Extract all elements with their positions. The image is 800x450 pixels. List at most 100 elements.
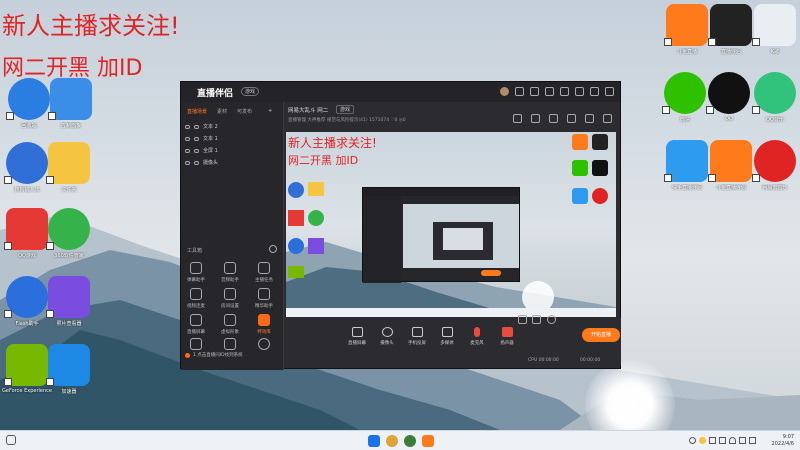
eye-icon[interactable]: [185, 160, 190, 165]
bottom-hint[interactable]: 1.点击直播间ID找到系统: [185, 352, 243, 358]
scene-item[interactable]: 文本 2: [185, 123, 218, 130]
live-taskbar-icon[interactable]: [422, 435, 434, 447]
tab-scenes[interactable]: 直播场景: [187, 108, 207, 115]
scene-label: 文本 2: [203, 124, 218, 130]
layout-icon[interactable]: [549, 114, 558, 123]
maximize-icon[interactable]: [590, 87, 599, 96]
music-icon[interactable]: [754, 72, 796, 114]
chevron-up-icon[interactable]: [689, 437, 696, 444]
stream-preview[interactable]: 新人主播求关注! 网二开黑 加ID: [286, 132, 616, 317]
folder-icon[interactable]: [48, 142, 90, 184]
window-titlebar[interactable]: 直播伴侣 游戏: [181, 82, 620, 102]
tool-voice[interactable]: [181, 338, 211, 353]
scene-item[interactable]: 摄像头: [185, 159, 218, 166]
ctrl-phone-cast[interactable]: 手机投屏: [402, 327, 432, 346]
netease-icon[interactable]: [754, 140, 796, 182]
qq-game-icon[interactable]: [6, 208, 48, 250]
ctrl-screen[interactable]: 直播屏幕: [342, 327, 372, 346]
record-icon[interactable]: [567, 114, 576, 123]
room-title[interactable]: 网易大乱斗 网二: [288, 106, 328, 114]
start-live-button[interactable]: 开始直播: [582, 328, 620, 342]
control-panel-label: 控制面板: [60, 123, 81, 129]
tool-room[interactable]: 房间设置: [215, 288, 245, 309]
tool-gift[interactable]: [215, 338, 245, 353]
widgets-icon[interactable]: [6, 435, 16, 445]
control-extra-icons[interactable]: [518, 315, 556, 326]
tool-video-link[interactable]: 视频连麦: [181, 288, 211, 309]
settings-icon[interactable]: [546, 315, 556, 324]
flash-center-icon[interactable]: [6, 276, 48, 318]
scene-item[interactable]: 文本 1: [185, 135, 218, 142]
fullscreen-icon[interactable]: [531, 114, 540, 123]
tool-essence[interactable]: 精华助手: [249, 288, 279, 309]
kuaishou-icon[interactable]: [666, 140, 708, 182]
message-icon[interactable]: [530, 87, 539, 96]
tab-materials[interactable]: 素材: [217, 108, 227, 115]
recycle-bin-icon[interactable]: [8, 78, 50, 120]
room-category-tag[interactable]: 游戏: [336, 105, 355, 114]
bell-icon[interactable]: [585, 114, 594, 123]
ctrl-mic[interactable]: 麦克风: [462, 327, 492, 346]
expand-icon[interactable]: [603, 114, 612, 123]
lock-icon[interactable]: [194, 124, 199, 129]
tool-audio[interactable]: 音频助手: [215, 262, 245, 283]
share-icon[interactable]: [513, 114, 522, 123]
lock-icon[interactable]: [194, 136, 199, 141]
volume-icon[interactable]: [739, 437, 746, 444]
cpu-stat: CPU 00:00:00: [528, 358, 559, 363]
control-panel-icon[interactable]: [50, 78, 92, 120]
wechat-icon[interactable]: [664, 72, 706, 114]
tool-danmu[interactable]: 弹幕助手: [181, 262, 211, 283]
settings-icon[interactable]: [515, 87, 524, 96]
app-black-icon[interactable]: [710, 4, 752, 46]
menu-icon[interactable]: [560, 87, 569, 96]
control-bar: 直播屏幕 摄像头 手机投屏 多媒体 麦克风 扬声器 开始直播 CPU 00:00…: [286, 315, 621, 366]
qq-icon[interactable]: [708, 72, 750, 114]
sogou-input-icon[interactable]: [6, 142, 48, 184]
tool-avatar[interactable]: 虚拟形象: [215, 314, 245, 335]
ctrl-media[interactable]: 多媒体: [432, 327, 462, 346]
eye-icon[interactable]: [532, 315, 542, 324]
add-scene-icon[interactable]: +: [268, 108, 272, 115]
360-drive-icon[interactable]: [48, 208, 90, 250]
close-icon[interactable]: [605, 87, 614, 96]
tab-publish[interactable]: 可发布: [237, 108, 252, 115]
app-taskbar-icon[interactable]: [404, 435, 416, 447]
app-window[interactable]: 直播伴侣 游戏 直播场景 素材 可发布 + 文本 2 文本 1 全屏 1 摄像头…: [180, 81, 621, 370]
net-tool-icon[interactable]: [48, 344, 90, 386]
tool-screen[interactable]: 直播屏幕: [181, 314, 211, 335]
mode-badge[interactable]: 游戏: [241, 87, 260, 96]
eye-icon[interactable]: [185, 148, 190, 153]
scene-item[interactable]: 全屏 1: [185, 147, 218, 154]
avatar-icon[interactable]: [500, 87, 509, 96]
tray-app-icon[interactable]: [699, 437, 706, 444]
shortcut-arrow-icon: [708, 38, 716, 46]
eye-icon[interactable]: [185, 124, 190, 129]
nvidia-icon[interactable]: [6, 344, 48, 386]
qq-label: QQ: [725, 116, 733, 122]
k-app-icon[interactable]: [754, 4, 796, 46]
tool-task[interactable]: 主播任务: [249, 262, 279, 283]
toolbox-collapse-icon[interactable]: [269, 245, 277, 253]
minimize-icon[interactable]: [575, 87, 584, 96]
douyu-1-icon[interactable]: [666, 4, 708, 46]
ctrl-camera[interactable]: 摄像头: [372, 327, 402, 346]
wifi-icon[interactable]: [729, 437, 736, 444]
photo-viewer-icon[interactable]: [48, 276, 90, 318]
chrome-icon[interactable]: [386, 435, 398, 447]
camera-small-icon[interactable]: [518, 315, 527, 324]
windows-start-icon[interactable]: [368, 435, 380, 447]
help-icon[interactable]: [545, 87, 554, 96]
tool-effects[interactable]: 特效库: [249, 314, 279, 335]
tray-network-icon[interactable]: [709, 437, 716, 444]
preview-taskbar: [286, 308, 616, 317]
language-icon[interactable]: [719, 437, 726, 444]
lock-icon[interactable]: [194, 160, 199, 165]
lock-icon[interactable]: [194, 148, 199, 153]
clock[interactable]: 9:07 2022/4/6: [772, 434, 794, 448]
douyu-2-icon[interactable]: [710, 140, 752, 182]
ctrl-speaker[interactable]: 扬声器: [492, 327, 522, 346]
tool-download[interactable]: [249, 338, 279, 353]
battery-icon[interactable]: [749, 437, 756, 444]
eye-icon[interactable]: [185, 136, 190, 141]
